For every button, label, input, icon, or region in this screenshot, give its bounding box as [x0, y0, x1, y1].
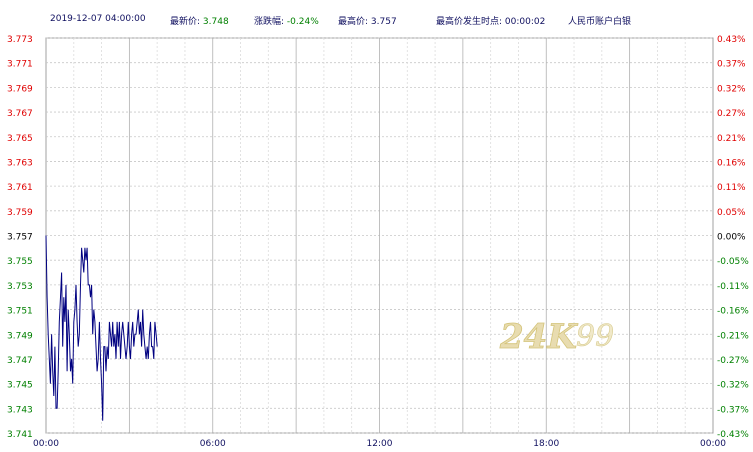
axes: 3.773 0.43% 3.771 0.37% 3.769 0.32% 3.767 0.27%…: [7, 35, 749, 449]
y-tick-label-left: 3.767: [7, 109, 33, 119]
y-tick-label-right: -0.11%: [717, 282, 749, 292]
x-tick-label: 06:00: [200, 439, 226, 449]
y-tick-label-right: 0.00%: [717, 233, 746, 243]
y-tick-label-left: 3.757: [7, 233, 33, 243]
y-tick-label-right: 0.32%: [717, 84, 746, 94]
logo-sub-text: 99: [576, 319, 614, 354]
24k99-logo: 24K 99: [499, 317, 615, 358]
y-tick-label-right: 0.11%: [717, 183, 746, 193]
y-tick-label-right: -0.16%: [717, 307, 749, 317]
y-tick-label-left: 3.759: [7, 208, 33, 218]
y-tick-label-left: 3.751: [7, 307, 33, 317]
y-tick-label-left: 3.773: [7, 35, 33, 45]
x-tick-label: 12:00: [367, 439, 393, 449]
y-tick-label-right: -0.32%: [717, 381, 749, 391]
y-tick-label-left: 3.769: [7, 84, 33, 94]
logo-main-text: 24K: [499, 317, 578, 357]
y-tick-label-right: 0.27%: [717, 109, 746, 119]
y-tick-label-right: 0.16%: [717, 158, 746, 168]
y-tick-label-left: 3.755: [7, 257, 33, 267]
x-tick-label: 00:00: [700, 439, 726, 449]
x-tick-label: 00:00: [33, 439, 59, 449]
price-chart: 3.773 0.43% 3.771 0.37% 3.769 0.32% 3.767 0.27%…: [7, 35, 749, 449]
y-tick-label-left: 3.741: [7, 430, 33, 440]
y-tick-label-left: 3.753: [7, 282, 33, 292]
y-tick-label-right: -0.27%: [717, 356, 749, 366]
y-tick-label-left: 3.747: [7, 356, 33, 366]
grid: [45, 37, 714, 434]
x-tick-label: 18:00: [533, 439, 559, 449]
y-tick-label-left: 3.765: [7, 134, 33, 144]
y-tick-label-right: -0.21%: [717, 331, 749, 341]
y-tick-label-left: 3.743: [7, 405, 33, 415]
y-tick-label-right: 0.43%: [717, 35, 746, 45]
y-tick-label-left: 3.763: [7, 158, 33, 168]
y-tick-label-right: 0.05%: [717, 208, 746, 218]
y-tick-label-left: 3.749: [7, 331, 33, 341]
y-tick-label-right: 0.37%: [717, 60, 746, 70]
y-tick-label-right: -0.05%: [717, 257, 749, 267]
y-tick-label-right: -0.37%: [717, 405, 749, 415]
y-tick-label-right: 0.21%: [717, 134, 746, 144]
y-tick-label-left: 3.761: [7, 183, 33, 193]
y-tick-label-left: 3.745: [7, 381, 33, 391]
y-tick-label-left: 3.771: [7, 60, 33, 70]
